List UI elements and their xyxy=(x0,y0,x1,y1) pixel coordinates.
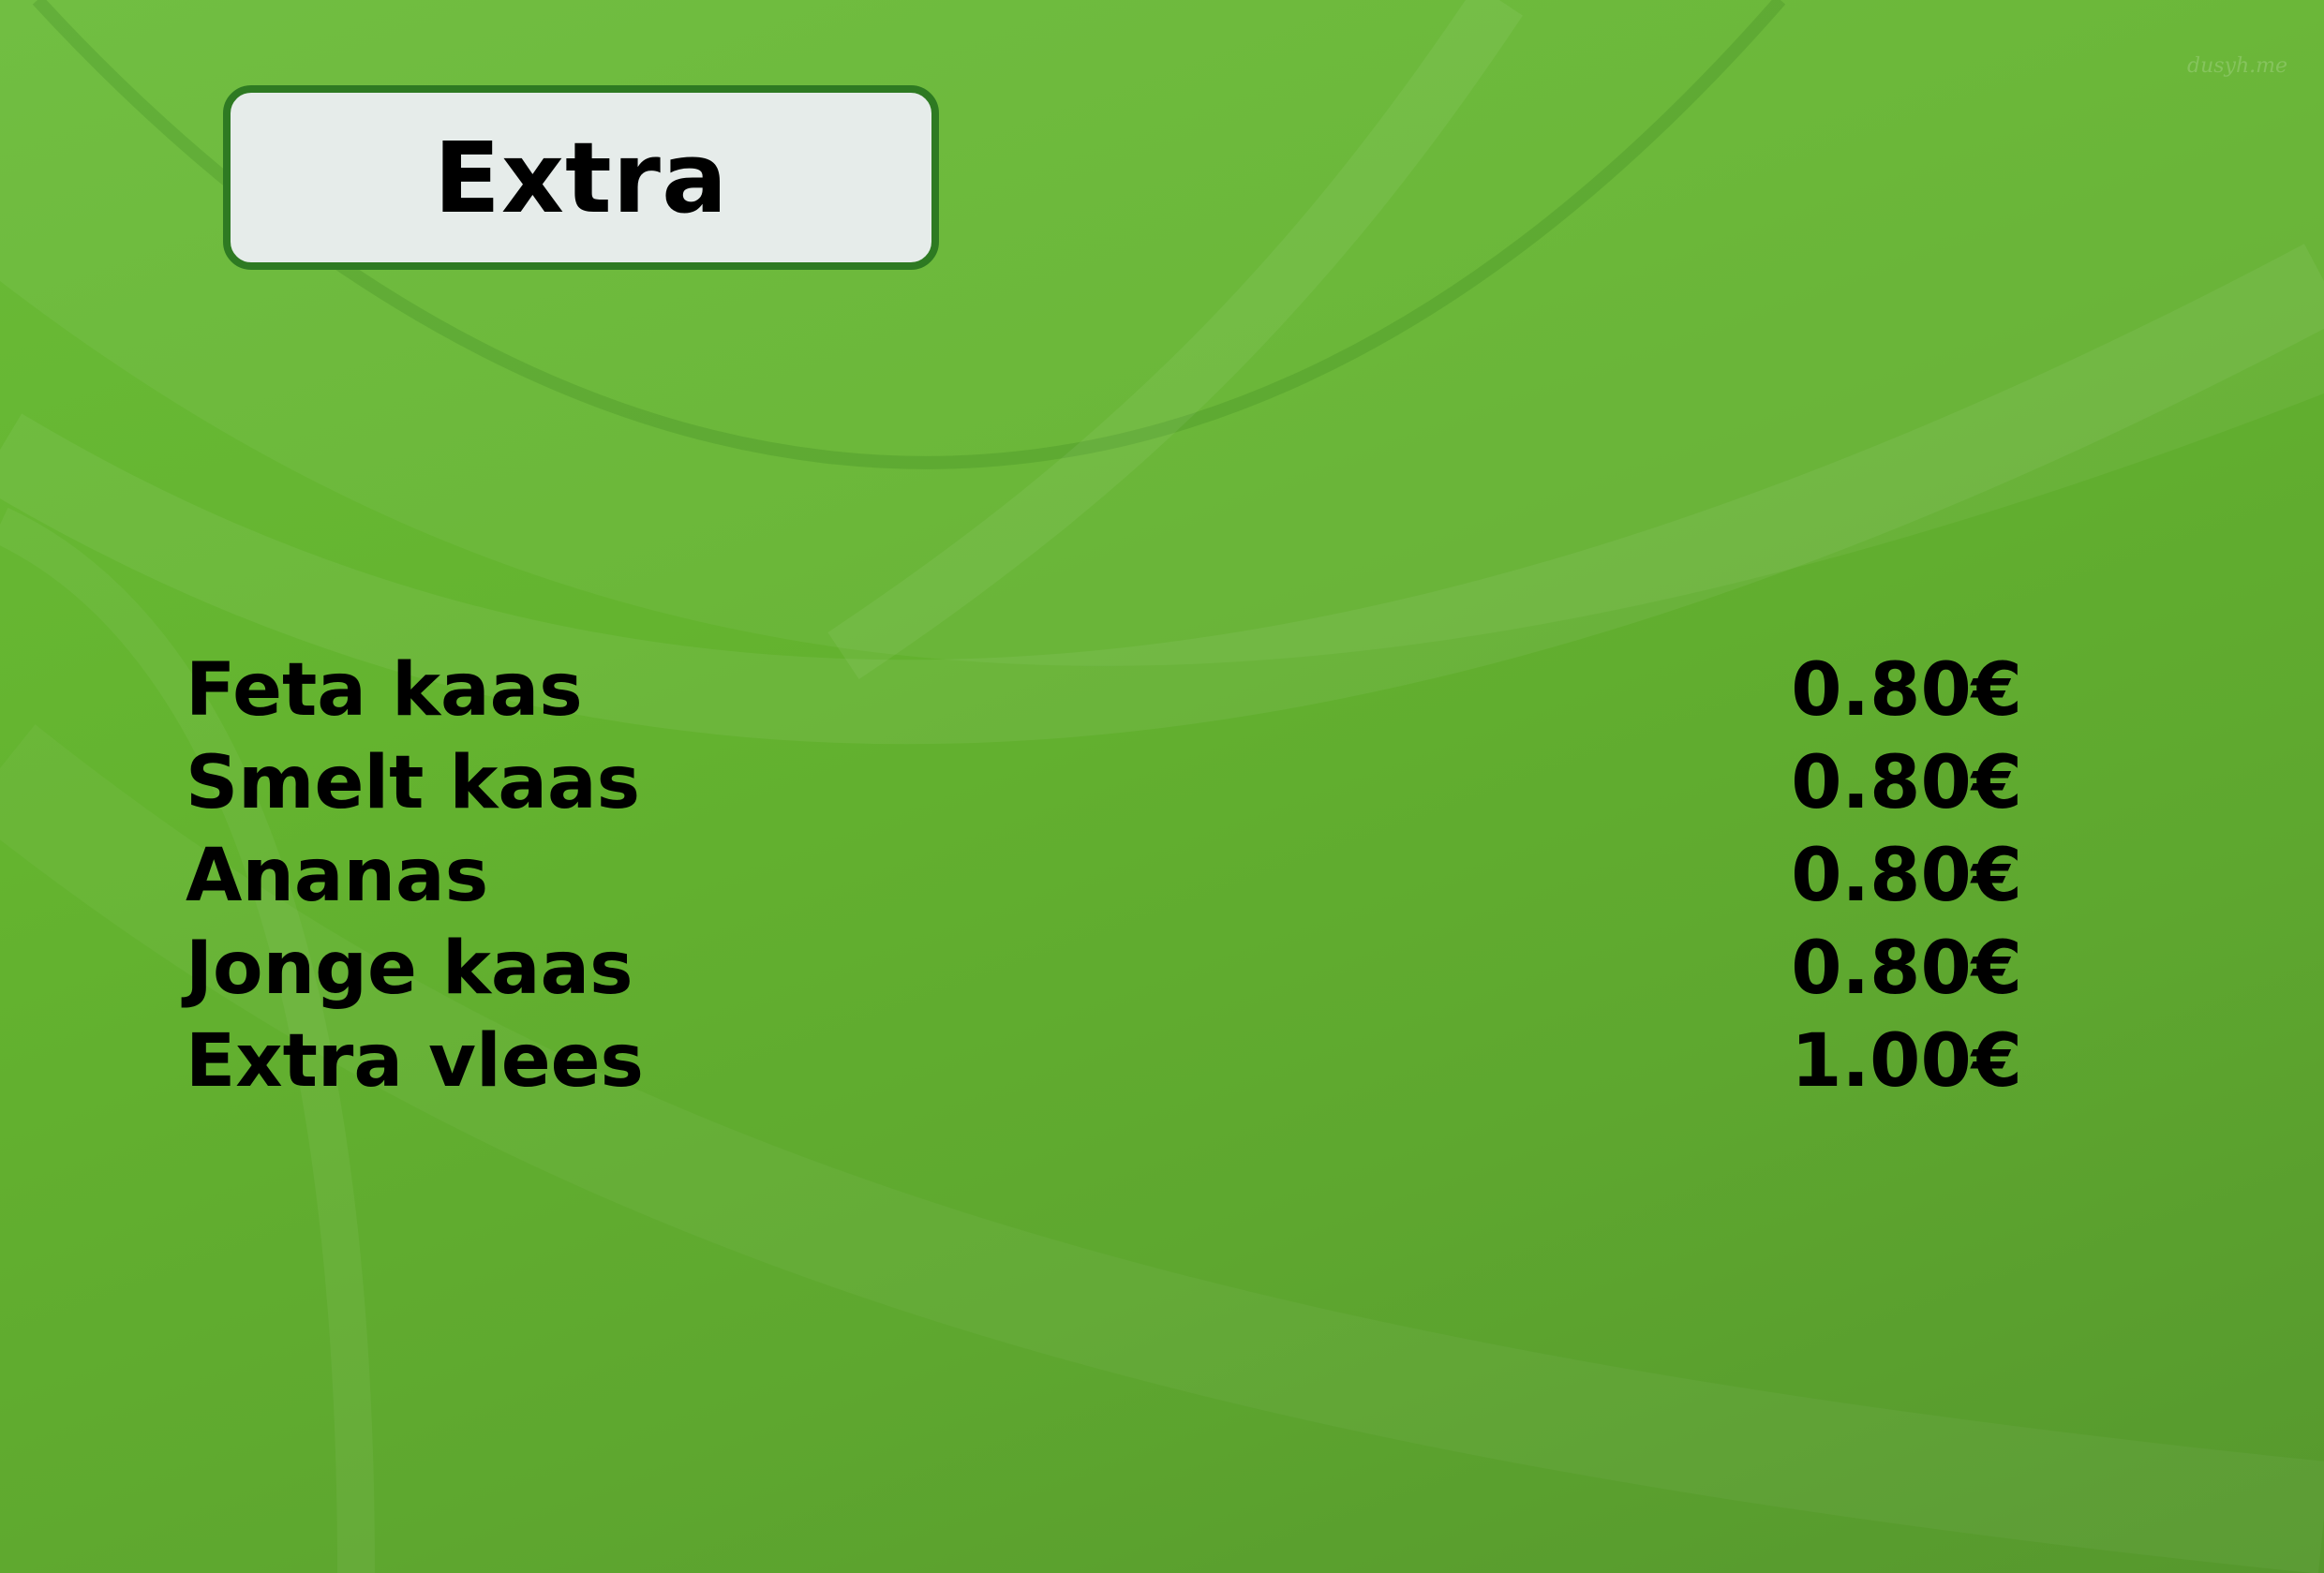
menu-item: Extra vlees 1.00€ xyxy=(186,1016,2022,1108)
page-title: Extra xyxy=(433,120,729,235)
title-box: Extra xyxy=(223,85,939,270)
menu-list: Feta kaas 0.80€ Smelt kaas 0.80€ Ananas … xyxy=(186,645,2022,1108)
menu-item-price: 0.80€ xyxy=(1791,927,2022,1011)
menu-item-price: 0.80€ xyxy=(1791,648,2022,733)
menu-item-price: 0.80€ xyxy=(1791,741,2022,825)
watermark: dusyh.me xyxy=(2187,54,2288,78)
menu-item-name: Extra vlees xyxy=(186,1019,644,1104)
menu-item-name: Smelt kaas xyxy=(186,741,641,825)
menu-item-name: Ananas xyxy=(186,834,489,918)
menu-item: Jonge kaas 0.80€ xyxy=(186,923,2022,1016)
menu-item: Smelt kaas 0.80€ xyxy=(186,737,2022,830)
menu-item-price: 1.00€ xyxy=(1791,1019,2022,1104)
menu-item-name: Feta kaas xyxy=(186,648,583,733)
menu-item-name: Jonge kaas xyxy=(186,927,633,1011)
menu-item: Feta kaas 0.80€ xyxy=(186,645,2022,737)
menu-item-price: 0.80€ xyxy=(1791,834,2022,918)
menu-item: Ananas 0.80€ xyxy=(186,830,2022,923)
